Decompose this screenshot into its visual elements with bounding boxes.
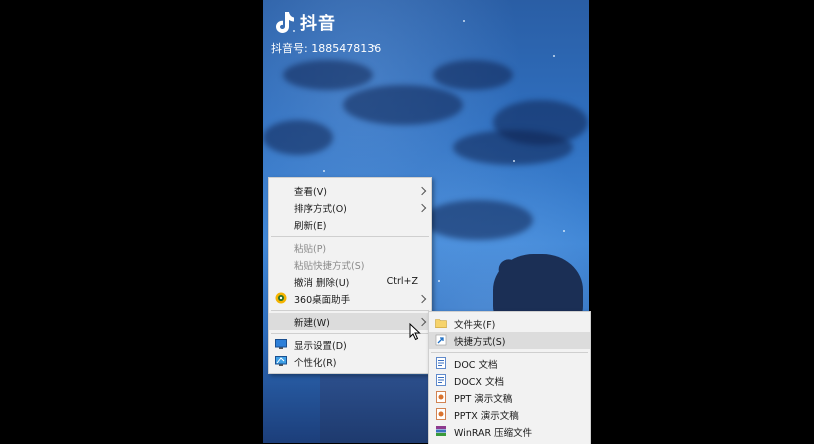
account-id: 抖音号: 1885478136 — [271, 42, 382, 55]
app-name: 抖音 — [300, 14, 336, 34]
submenu-item-folder[interactable]: 文件夹(F) — [429, 315, 590, 332]
folder-icon — [435, 319, 447, 328]
submenu-item-doc[interactable]: DOC 文档 — [429, 355, 590, 372]
submenu-item-pptx[interactable]: PPTX 演示文稿 — [429, 406, 590, 423]
menu-item-undo-delete[interactable]: 撤消 删除(U) Ctrl+Z — [269, 273, 431, 290]
menu-separator — [431, 352, 588, 353]
menu-item-refresh[interactable]: 刷新(E) — [269, 216, 431, 233]
shortcut-icon — [435, 334, 447, 346]
menu-item-new[interactable]: 新建(W) — [269, 313, 431, 330]
shortcut-label: Ctrl+Z — [386, 276, 418, 287]
menu-item-display-settings[interactable]: 显示设置(D) — [269, 336, 431, 353]
menu-item-paste-shortcut: 粘贴快捷方式(S) — [294, 260, 365, 272]
chevron-right-icon — [417, 294, 427, 303]
douyin-logo-icon — [276, 11, 294, 33]
submenu-item-ppt[interactable]: PPT 演示文稿 — [429, 389, 590, 406]
display-settings-icon — [275, 339, 287, 349]
ppt-icon — [436, 391, 446, 403]
submenu-item-winrar[interactable]: WinRAR 压缩文件 — [429, 423, 590, 440]
menu-separator — [271, 310, 429, 311]
city-silhouette — [320, 375, 430, 443]
menu-item-sort[interactable]: 排序方式(O) — [269, 199, 431, 216]
360-assistant-icon — [275, 292, 287, 304]
chevron-right-icon — [417, 186, 427, 195]
menu-separator — [271, 236, 429, 237]
submenu-item-docx[interactable]: DOCX 文档 — [429, 372, 590, 389]
menu-item-view[interactable]: 查看(V) — [269, 182, 431, 199]
menu-item-360-assistant[interactable]: 360桌面助手 — [269, 290, 431, 307]
mouse-cursor-icon — [409, 323, 421, 341]
menu-item-paste: 粘贴(P) — [294, 243, 327, 255]
personalize-icon — [275, 356, 287, 366]
menu-item-personalize[interactable]: 个性化(R) — [269, 353, 431, 370]
douyin-watermark: 抖音 — [273, 9, 336, 34]
doc-icon — [436, 357, 446, 369]
docx-icon — [436, 374, 446, 386]
desktop-context-menu: 查看(V) 排序方式(O) 刷新(E) 粘贴(P) 粘贴快捷方式(S) 撤消 删… — [268, 177, 432, 374]
winrar-icon — [436, 426, 446, 436]
new-submenu: 文件夹(F) 快捷方式(S) DOC 文档 DOCX 文档 PPT 演示文稿 P… — [428, 311, 591, 444]
pptx-icon — [436, 408, 446, 420]
chevron-right-icon — [417, 203, 427, 212]
submenu-item-shortcut[interactable]: 快捷方式(S) — [429, 332, 590, 349]
menu-separator — [271, 333, 429, 334]
